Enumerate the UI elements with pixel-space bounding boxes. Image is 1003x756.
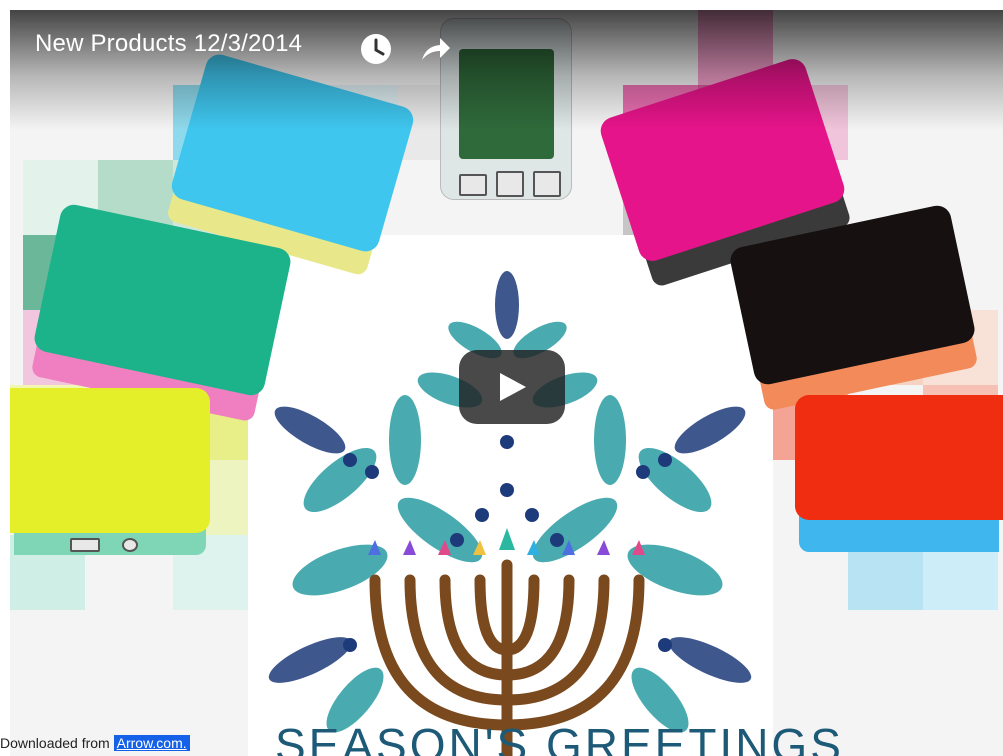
title-overlay	[10, 10, 1003, 130]
watch-later-icon[interactable]	[359, 32, 393, 66]
case-red	[795, 395, 1003, 520]
watermark-link[interactable]: Arrow.com.	[113, 735, 190, 751]
video-player[interactable]: New Products 12/3/2014 SEASON'S GREETING…	[10, 10, 1003, 756]
share-icon[interactable]	[418, 32, 452, 66]
play-button[interactable]	[459, 350, 565, 424]
watermark-prefix: Downloaded from	[0, 735, 110, 751]
watermark: Downloaded from Arrow.com.	[0, 735, 190, 751]
video-title[interactable]: New Products 12/3/2014	[35, 30, 302, 58]
play-icon	[500, 373, 526, 401]
greeting-text: SEASON'S GREETINGS	[275, 719, 844, 756]
case-yellow	[10, 388, 210, 552]
